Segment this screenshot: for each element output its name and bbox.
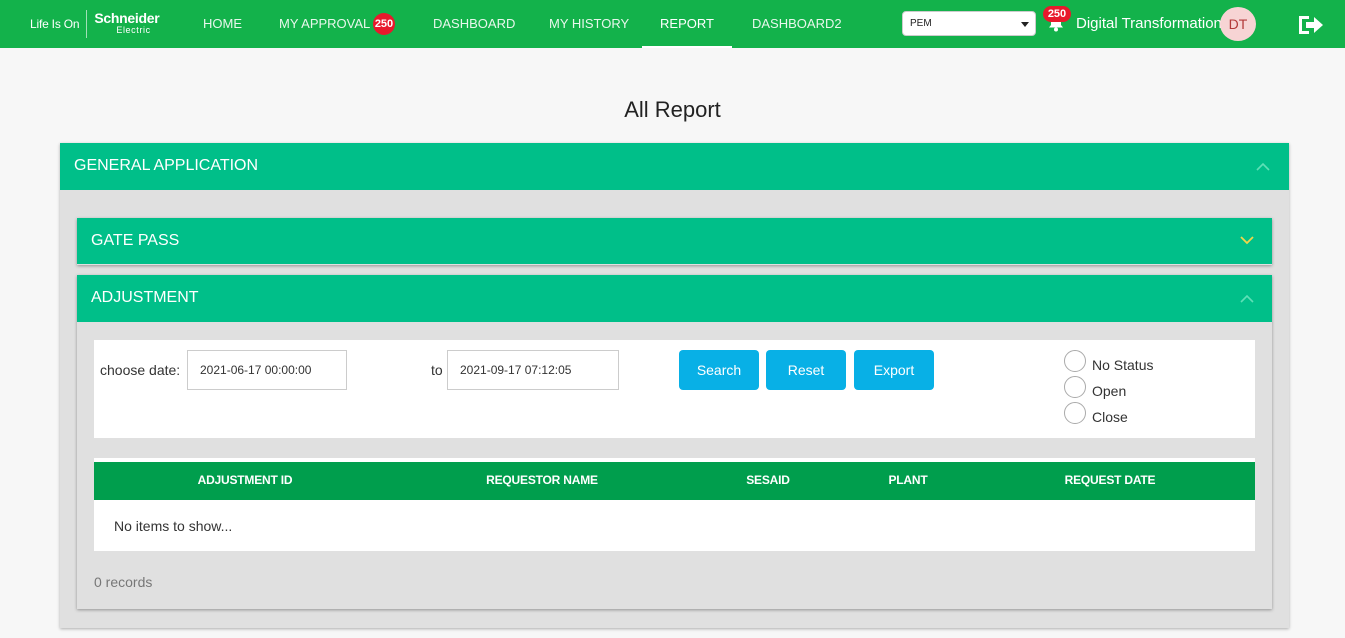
logo-divider	[86, 10, 88, 38]
plant-select[interactable]: PEM	[902, 11, 1036, 36]
column-header-request-date[interactable]: REQUEST DATE	[1010, 473, 1210, 487]
chevron-up-icon[interactable]	[1256, 162, 1270, 172]
plant-select-value: PEM	[910, 18, 932, 29]
chevron-up-icon[interactable]	[1240, 294, 1254, 304]
approval-count-badge: 250	[373, 13, 395, 35]
column-header-adjustment-id[interactable]: ADJUSTMENT ID	[145, 473, 345, 487]
page-title: All Report	[624, 97, 721, 122]
column-header-plant[interactable]: PLANT	[858, 473, 958, 487]
radio-close[interactable]	[1064, 402, 1086, 424]
logo-brand-sub: Electric	[116, 25, 151, 35]
adjustment-title: ADJUSTMENT	[91, 289, 199, 306]
general-application-title: GENERAL APPLICATION	[74, 157, 259, 174]
nav-report[interactable]: REPORT	[642, 0, 732, 48]
radio-no-status[interactable]	[1064, 350, 1086, 372]
radio-close-label: Close	[1092, 409, 1128, 425]
date-to-input[interactable]: 2021-09-17 07:12:05	[447, 350, 619, 390]
chevron-down-icon	[1021, 22, 1029, 27]
empty-table-message: No items to show...	[114, 518, 233, 534]
nav-dashboard2[interactable]: DASHBOARD2	[752, 0, 842, 48]
notification-badge: 250	[1043, 6, 1071, 22]
avatar[interactable]: DT	[1220, 7, 1256, 41]
radio-no-status-label: No Status	[1092, 357, 1154, 373]
export-button[interactable]: Export	[854, 350, 934, 390]
gate-pass-header[interactable]	[77, 218, 1272, 264]
column-header-requestor-name[interactable]: REQUESTOR NAME	[442, 473, 642, 487]
column-header-sesaid[interactable]: SESAID	[718, 473, 818, 487]
radio-open-label: Open	[1092, 383, 1127, 399]
nav-dashboard[interactable]: DASHBOARD	[433, 0, 515, 48]
to-label: to	[431, 362, 443, 378]
choose-date-label: choose date:	[100, 362, 181, 378]
adjustment-panel	[77, 275, 1272, 609]
radio-open[interactable]	[1064, 376, 1086, 398]
logo-brand: Schneider Electric	[94, 10, 160, 36]
gate-pass-title: GATE PASS	[91, 232, 180, 249]
user-name[interactable]: Digital Transformation	[1076, 15, 1222, 32]
search-button[interactable]: Search	[679, 350, 759, 390]
reset-button[interactable]: Reset	[766, 350, 846, 390]
record-count: 0 records	[94, 574, 153, 590]
logo-brand-name: Schneider	[94, 10, 160, 26]
schneider-logo[interactable]: Life Is On Schneider Electric	[30, 10, 160, 38]
chevron-down-icon[interactable]	[1240, 235, 1254, 245]
adjustment-header[interactable]	[77, 275, 1272, 322]
logout-icon[interactable]	[1297, 13, 1325, 37]
nav-my-history[interactable]: MY HISTORY	[549, 0, 629, 48]
logo-tagline: Life Is On	[30, 17, 80, 31]
nav-my-approval[interactable]: MY APPROVAL	[279, 0, 370, 48]
date-from-input[interactable]: 2021-06-17 00:00:00	[187, 350, 347, 390]
nav-home[interactable]: HOME	[203, 0, 242, 48]
